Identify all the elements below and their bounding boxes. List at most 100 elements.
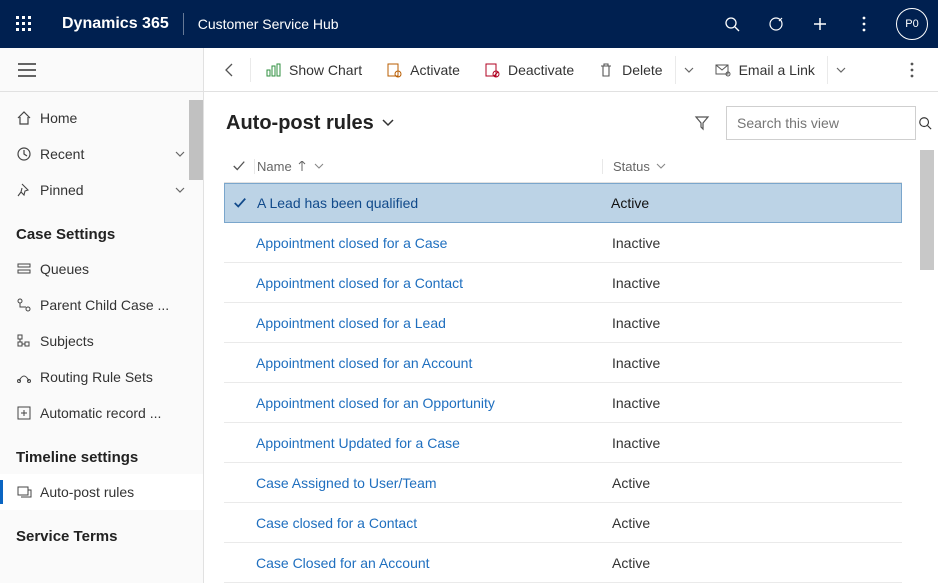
section-service-terms: Service Terms: [0, 510, 203, 553]
row-name-link[interactable]: Appointment closed for a Contact: [254, 275, 602, 291]
cmd-label: Activate: [410, 62, 460, 78]
table-row[interactable]: Case Assigned to User/TeamActive: [224, 463, 902, 503]
chevron-down-icon: [314, 163, 324, 169]
deactivate-button[interactable]: Deactivate: [472, 48, 586, 92]
more-vertical-icon: [862, 16, 866, 32]
table-row[interactable]: Appointment closed for a CaseInactive: [224, 223, 902, 263]
nav-item-label: Subjects: [40, 333, 189, 349]
search-icon: [918, 116, 932, 130]
row-name-link[interactable]: A Lead has been qualified: [255, 195, 601, 211]
chevron-down-icon: [656, 163, 666, 169]
parent-child-icon: [16, 297, 40, 313]
main-pane: Show Chart Activate Deactivate Delete Em…: [204, 48, 938, 583]
check-icon: [233, 196, 247, 210]
table-row[interactable]: Appointment closed for a LeadInactive: [224, 303, 902, 343]
deactivate-icon: [484, 62, 500, 78]
email-link-split-button[interactable]: [827, 56, 855, 84]
user-avatar[interactable]: P0: [896, 8, 928, 40]
brand-title[interactable]: Dynamics 365: [48, 15, 183, 33]
nav-automatic-record[interactable]: Automatic record ...: [0, 395, 203, 431]
row-status: Inactive: [602, 275, 902, 291]
nav-pinned[interactable]: Pinned: [0, 172, 203, 208]
table-row[interactable]: Appointment closed for an AccountInactiv…: [224, 343, 902, 383]
auto-post-icon: [16, 484, 40, 500]
command-separator: [250, 58, 251, 82]
row-name-link[interactable]: Case Closed for an Account: [254, 555, 602, 571]
nav-recent[interactable]: Recent: [0, 136, 203, 172]
cmd-label: Show Chart: [289, 62, 362, 78]
column-header-name[interactable]: Name: [254, 159, 602, 174]
row-status: Inactive: [602, 315, 902, 331]
select-all-checkbox[interactable]: [224, 159, 254, 173]
nav-routing-rule-sets[interactable]: Routing Rule Sets: [0, 359, 203, 395]
nav-item-label: Auto-post rules: [40, 484, 189, 500]
row-checkbox[interactable]: [225, 196, 255, 210]
filter-button[interactable]: [684, 115, 720, 131]
grid-wrap: Name Status A Lead has been qualifiedAct…: [204, 150, 938, 583]
nav-home[interactable]: Home: [0, 100, 203, 136]
activate-button[interactable]: Activate: [374, 48, 472, 92]
header-more-button[interactable]: [842, 0, 886, 48]
row-name-link[interactable]: Case Assigned to User/Team: [254, 475, 602, 491]
email-link-icon: [715, 62, 731, 78]
row-status: Inactive: [602, 435, 902, 451]
row-name-link[interactable]: Appointment closed for an Account: [254, 355, 602, 371]
table-row[interactable]: A Lead has been qualifiedActive: [224, 183, 902, 223]
row-status: Active: [602, 475, 902, 491]
plus-icon: [812, 16, 828, 32]
app-launcher-button[interactable]: [0, 16, 48, 32]
row-status: Inactive: [602, 235, 902, 251]
nav-auto-post-rules[interactable]: Auto-post rules: [0, 474, 203, 510]
table-row[interactable]: Case closed for a ContactActive: [224, 503, 902, 543]
column-header-status[interactable]: Status: [602, 159, 902, 174]
show-chart-button[interactable]: Show Chart: [253, 48, 374, 92]
global-header: Dynamics 365 Customer Service Hub P0: [0, 0, 938, 48]
sort-ascending-icon: [298, 161, 306, 171]
nav-queues[interactable]: Queues: [0, 251, 203, 287]
section-timeline-settings: Timeline settings: [0, 431, 203, 474]
nav-item-label: Home: [40, 110, 189, 126]
table-row[interactable]: Appointment closed for a ContactInactive: [224, 263, 902, 303]
command-bar-more-button[interactable]: [894, 62, 930, 78]
nav-item-label: Pinned: [40, 182, 171, 198]
chevron-down-icon: [684, 67, 694, 73]
row-name-link[interactable]: Appointment closed for a Lead: [254, 315, 602, 331]
chevron-down-icon: [382, 119, 394, 127]
task-flow-button[interactable]: [754, 0, 798, 48]
activate-icon: [386, 62, 402, 78]
nav-subjects[interactable]: Subjects: [0, 323, 203, 359]
row-name-link[interactable]: Appointment closed for an Opportunity: [254, 395, 602, 411]
view-selector-button[interactable]: Auto-post rules: [226, 112, 394, 135]
back-button[interactable]: [212, 48, 248, 92]
nav-parent-child-case[interactable]: Parent Child Case ...: [0, 287, 203, 323]
grid-scrollbar[interactable]: [920, 150, 934, 270]
sidebar-toggle-button[interactable]: [0, 48, 203, 92]
subjects-icon: [16, 333, 40, 349]
email-link-button[interactable]: Email a Link: [703, 48, 827, 92]
quick-create-button[interactable]: [798, 0, 842, 48]
arrow-left-icon: [222, 62, 238, 78]
nav-item-label: Recent: [40, 146, 171, 162]
queue-icon: [16, 261, 40, 277]
waffle-icon: [16, 16, 32, 32]
table-row[interactable]: Appointment closed for an OpportunityIna…: [224, 383, 902, 423]
section-case-settings: Case Settings: [0, 208, 203, 251]
app-name[interactable]: Customer Service Hub: [184, 16, 353, 32]
delete-button[interactable]: Delete: [586, 48, 674, 92]
column-label: Status: [613, 159, 650, 174]
global-search-button[interactable]: [710, 0, 754, 48]
view-search-box[interactable]: [726, 106, 916, 140]
row-name-link[interactable]: Appointment closed for a Case: [254, 235, 602, 251]
row-name-link[interactable]: Case closed for a Contact: [254, 515, 602, 531]
search-input[interactable]: [737, 115, 918, 131]
chevron-down-icon: [836, 67, 846, 73]
delete-split-button[interactable]: [675, 56, 703, 84]
chart-icon: [265, 62, 281, 78]
row-name-link[interactable]: Appointment Updated for a Case: [254, 435, 602, 451]
column-label: Name: [257, 159, 292, 174]
target-icon: [768, 16, 784, 32]
more-vertical-icon: [910, 62, 914, 78]
table-row[interactable]: Case Closed for an AccountActive: [224, 543, 902, 583]
table-row[interactable]: Appointment Updated for a CaseInactive: [224, 423, 902, 463]
row-status: Inactive: [602, 395, 902, 411]
